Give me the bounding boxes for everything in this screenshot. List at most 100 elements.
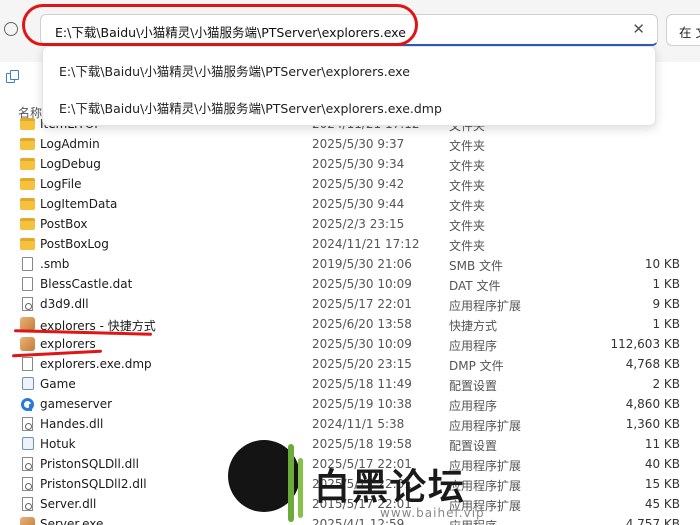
- ini-icon: [22, 377, 34, 390]
- file-name: LogDebug: [40, 157, 101, 171]
- file-row[interactable]: Handes.dll 2024/11/1 5:38 应用程序扩展 1,360 KB: [0, 414, 700, 434]
- dll-icon: [22, 477, 33, 491]
- folder-icon: [20, 198, 35, 210]
- file-row[interactable]: BlessCastle.dat 2025/5/30 10:09 DAT 文件 1 KB: [0, 274, 700, 294]
- copy-icon[interactable]: [6, 70, 20, 84]
- red-annotation-circle: [22, 4, 418, 46]
- file-type: SMB 文件: [449, 259, 504, 273]
- file-size: 2 KB: [652, 377, 680, 391]
- file-size: 4,860 KB: [625, 397, 680, 411]
- file-size: 40 KB: [644, 457, 680, 471]
- app-icon: [20, 337, 35, 351]
- file-size: 11 KB: [644, 437, 680, 451]
- file-row[interactable]: Game 2025/5/18 11:49 配置设置 2 KB: [0, 374, 700, 394]
- file-size: 1 KB: [652, 317, 680, 331]
- file-name: PostBox: [40, 217, 88, 231]
- file-date: 2025/5/30 9:44: [312, 197, 405, 211]
- dll-icon: [22, 457, 33, 471]
- app-icon: [20, 517, 35, 525]
- file-type: 文件夹: [449, 219, 486, 233]
- file-type: 应用程序扩展: [449, 299, 522, 313]
- file-row[interactable]: d3d9.dll 2025/5/17 22:01 应用程序扩展 9 KB: [0, 294, 700, 314]
- file-size: 9 KB: [652, 297, 680, 311]
- folder-icon: [20, 178, 35, 190]
- file-type: 配置设置: [449, 379, 498, 393]
- refresh-icon[interactable]: [4, 22, 18, 36]
- file-name: PristonSQLDll2.dll: [40, 477, 147, 491]
- file-row[interactable]: LogAdmin 2025/5/30 9:37 文件夹: [0, 134, 700, 154]
- file-type: 应用程序: [449, 339, 498, 353]
- file-name: LogFile: [40, 177, 82, 191]
- file-size: 4,757 KB: [625, 517, 680, 525]
- folder-icon: [20, 238, 35, 250]
- file-type: 文件夹: [449, 239, 486, 253]
- file-type: 应用程序: [449, 399, 498, 413]
- file-row[interactable]: PostBoxLog 2024/11/21 17:12 文件夹: [0, 234, 700, 254]
- watermark-url: www.baihei.vip: [380, 506, 485, 520]
- close-icon[interactable]: ✕: [632, 20, 645, 38]
- file-row[interactable]: explorers.exe.dmp 2025/5/20 23:15 DMP 文件 4,…: [0, 354, 700, 374]
- file-date: 2025/5/30 9:34: [312, 157, 405, 171]
- suggestion-item[interactable]: E:\下载\Baidu\小猫精灵\小猫服务端\PTServer\explorer…: [59, 98, 442, 117]
- file-row[interactable]: PostBox 2025/2/3 23:15 文件夹: [0, 214, 700, 234]
- file-type: 文件夹: [449, 159, 486, 173]
- file-name: BlessCastle.dat: [40, 277, 133, 291]
- folder-icon: [20, 158, 35, 170]
- address-suggestions-dropdown: E:\下载\Baidu\小猫精灵\小猫服务端\PTServer\explorer…: [42, 46, 656, 126]
- file-size: 112,603 KB: [610, 337, 680, 351]
- file-date: 2019/5/30 21:06: [312, 257, 412, 271]
- file-date: 2024/11/21 17:12: [312, 237, 420, 251]
- file-row[interactable]: explorers 2025/5/30 10:09 应用程序 112,603 KB: [0, 334, 700, 354]
- file-type: 文件夹: [449, 199, 486, 213]
- dll-icon: [22, 297, 33, 311]
- file-size: 1,360 KB: [625, 417, 680, 431]
- file-date: 2024/11/1 5:38: [312, 417, 405, 431]
- file-size: 45 KB: [644, 497, 680, 511]
- file-size: 10 KB: [644, 257, 680, 271]
- file-row[interactable]: gameserver 2025/5/19 10:38 应用程序 4,860 KB: [0, 394, 700, 414]
- file-date: 2025/5/30 10:09: [312, 337, 412, 351]
- dmp-icon: [22, 357, 33, 371]
- file-icon: [22, 257, 33, 271]
- file-row[interactable]: .smb 2019/5/30 21:06 SMB 文件 10 KB: [0, 254, 700, 274]
- file-icon: [22, 277, 33, 291]
- file-type: 文件夹: [449, 139, 486, 153]
- file-date: 2025/5/18 11:49: [312, 377, 412, 391]
- bamboo-icon: [288, 444, 294, 522]
- bamboo-icon: [298, 458, 303, 518]
- folder-icon: [20, 118, 35, 130]
- file-date: 2025/5/17 22:01: [312, 297, 412, 311]
- dll-icon: [22, 497, 33, 511]
- file-date: 2025/5/20 23:15: [312, 357, 412, 371]
- folder-icon: [20, 138, 35, 150]
- watermark-logo: 白黑论坛 www.baihei.vip: [222, 436, 485, 525]
- file-row[interactable]: LogFile 2025/5/30 9:42 文件夹: [0, 174, 700, 194]
- file-name: explorers: [40, 337, 96, 351]
- file-type: 应用程序扩展: [449, 419, 522, 433]
- watermark-title: 白黑论坛: [314, 467, 467, 508]
- file-name: Handes.dll: [40, 417, 104, 431]
- ini-icon: [22, 437, 34, 450]
- folder-icon: [20, 218, 35, 230]
- file-name: PostBoxLog: [40, 237, 109, 251]
- file-row[interactable]: LogItemData 2025/5/30 9:44 文件夹: [0, 194, 700, 214]
- search-box-button[interactable]: 在 文: [666, 14, 700, 46]
- file-name: Server.exe: [40, 517, 104, 525]
- file-date: 2025/5/30 9:42: [312, 177, 405, 191]
- suggestion-item[interactable]: E:\下载\Baidu\小猫精灵\小猫服务端\PTServer\explorer…: [59, 61, 410, 80]
- file-name: Game: [40, 377, 76, 391]
- file-name: LogAdmin: [40, 137, 100, 151]
- file-date: 2025/5/19 10:38: [312, 397, 412, 411]
- file-type: DMP 文件: [449, 359, 504, 373]
- file-type: 文件夹: [449, 179, 486, 193]
- file-row[interactable]: LogDebug 2025/5/30 9:34 文件夹: [0, 154, 700, 174]
- file-name: Hotuk: [40, 437, 76, 451]
- file-size: 4,768 KB: [625, 357, 680, 371]
- file-name: Server.dll: [40, 497, 97, 511]
- dll-icon: [22, 417, 33, 431]
- file-type: DAT 文件: [449, 279, 501, 293]
- game-icon: [20, 397, 34, 411]
- file-name: PristonSQLDll.dll: [40, 457, 139, 471]
- file-name: gameserver: [40, 397, 113, 411]
- file-date: 2025/6/20 13:58: [312, 317, 412, 331]
